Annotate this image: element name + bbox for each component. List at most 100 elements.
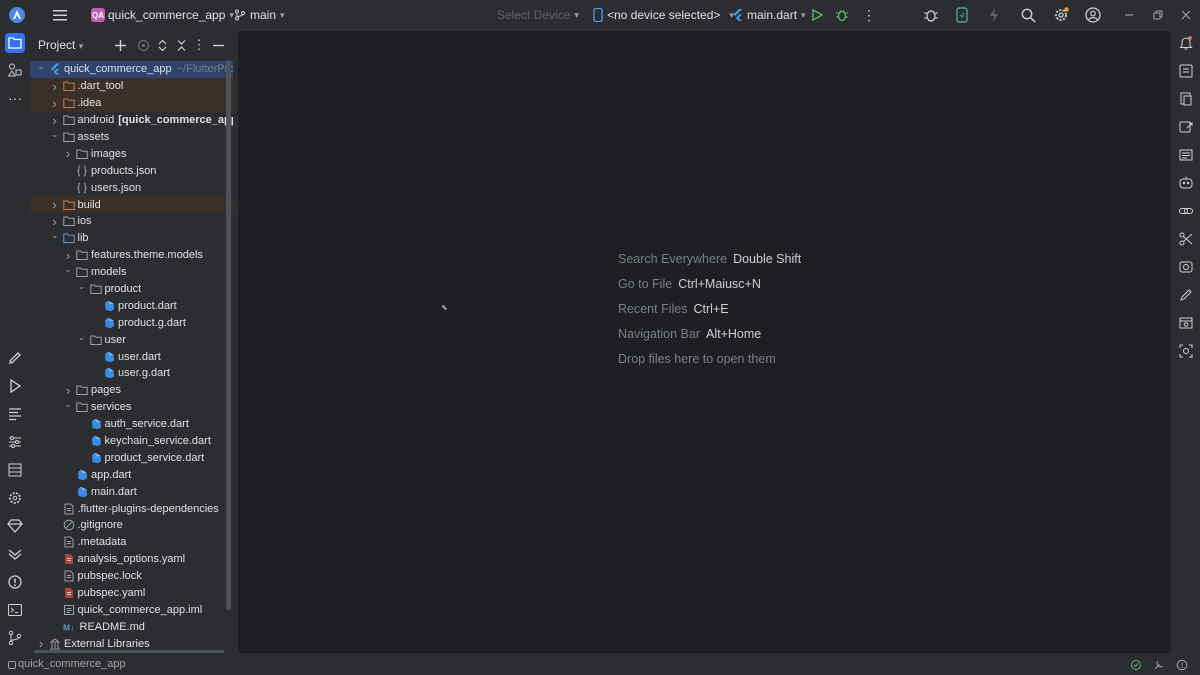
run-icon[interactable] (811, 0, 823, 30)
tree-row[interactable]: › images (30, 145, 233, 162)
tree-row[interactable]: main.dart (30, 483, 233, 500)
run-config-selector[interactable]: main.dart ▾ (732, 0, 806, 30)
notifications-icon[interactable] (1176, 33, 1196, 53)
chevron-down-icon[interactable]: ⌄ (62, 264, 74, 275)
event-log-icon[interactable] (1175, 658, 1189, 672)
device-selector[interactable]: Select Device ▾ (497, 0, 579, 30)
services-icon[interactable] (5, 432, 25, 452)
tree-row[interactable]: ⌄ models (30, 264, 233, 281)
tree-row[interactable]: user.g.dart (30, 365, 233, 382)
chevron-right-icon[interactable]: › (62, 248, 74, 263)
restore-window-icon[interactable] (1153, 0, 1163, 30)
tree-row[interactable]: › pages (30, 382, 233, 399)
new-file-icon[interactable] (112, 37, 128, 53)
tree-row[interactable]: › .idea (30, 94, 233, 112)
chevron-right-icon[interactable]: › (49, 113, 61, 128)
tree-row[interactable]: product.dart (30, 297, 233, 314)
minimize-window-icon[interactable] (1124, 0, 1134, 30)
branch-switcher[interactable]: main ▾ (234, 0, 285, 30)
chevron-right-icon[interactable]: › (49, 197, 61, 212)
tree-row[interactable]: pubspec.yaml (30, 585, 233, 602)
chevron-right-icon[interactable]: › (35, 636, 47, 651)
tree-row[interactable]: ⌄ product (30, 281, 233, 298)
build-variants-icon[interactable] (5, 488, 25, 508)
tree-row[interactable]: › android[quick_commerce_app_android] (30, 112, 233, 129)
tree-row[interactable]: › features.theme.models (30, 247, 233, 264)
emulator-icon[interactable] (1176, 257, 1196, 277)
logcat-icon[interactable] (1176, 145, 1196, 165)
chevron-down-icon[interactable]: ⌄ (76, 332, 88, 343)
link-icon[interactable] (1176, 201, 1196, 221)
expand-all-icon[interactable] (154, 37, 170, 53)
chevron-right-icon[interactable]: › (49, 96, 61, 111)
more-actions-icon[interactable]: ⋮ (862, 0, 876, 30)
project-switcher[interactable]: QA quick_commerce_app ▾ (91, 0, 234, 30)
tools-wrench-icon[interactable] (1152, 658, 1166, 672)
running-devices-icon[interactable] (1176, 117, 1196, 137)
structure-icon[interactable] (5, 404, 25, 424)
terminal-icon[interactable] (5, 600, 25, 620)
tree-row[interactable]: auth_service.dart (30, 416, 233, 433)
search-icon[interactable] (1021, 0, 1036, 30)
resource-manager-icon[interactable] (5, 60, 25, 80)
hot-reload-icon[interactable] (988, 0, 1000, 30)
chevron-down-icon[interactable]: ⌄ (35, 61, 47, 72)
target-device-selector[interactable]: <no device selected> ▾ (593, 0, 734, 30)
project-view-selector[interactable]: Project ▾ (38, 38, 83, 52)
select-opened-file-icon[interactable] (135, 37, 151, 53)
gem-icon[interactable] (5, 516, 25, 536)
app-inspection-icon[interactable] (923, 0, 939, 30)
tree-row[interactable]: quick_commerce_app.iml (30, 602, 233, 619)
version-control-icon[interactable] (5, 628, 25, 648)
gemini-bot-icon[interactable] (1176, 173, 1196, 193)
tree-horizontal-scrollbar[interactable] (34, 650, 224, 653)
tree-row[interactable]: user.dart (30, 348, 233, 365)
chevron-right-icon[interactable]: › (62, 146, 74, 161)
tree-row[interactable]: › .dart_tool (30, 77, 233, 95)
tree-row[interactable]: ⌄ quick_commerce_app ~/FlutterProject (30, 61, 233, 78)
tree-row[interactable]: ⌄ lib (30, 230, 233, 247)
problems-icon[interactable] (5, 572, 25, 592)
tree-row[interactable]: › ios (30, 213, 233, 230)
tree-row[interactable]: product_service.dart (30, 449, 233, 466)
database-icon[interactable] (5, 460, 25, 480)
main-menu-icon[interactable] (53, 0, 67, 30)
tree-row[interactable]: app.dart (30, 466, 233, 483)
run-tool-icon[interactable] (5, 376, 25, 396)
tree-row[interactable]: .metadata (30, 534, 233, 551)
tree-row[interactable]: M↓ README.md (30, 618, 233, 635)
device-file-explorer-icon[interactable] (1176, 89, 1196, 109)
tree-row[interactable]: ⌄ assets (30, 129, 233, 146)
pub-dev-icon[interactable] (5, 348, 25, 368)
tree-row[interactable]: ⌄ user (30, 331, 233, 348)
chevron-right-icon[interactable]: › (49, 214, 61, 229)
debug-icon[interactable] (835, 0, 849, 30)
hide-panel-icon[interactable] (210, 37, 226, 53)
more-tools-icon[interactable]: ··· (5, 88, 25, 108)
tree-row[interactable]: .flutter-plugins-dependencies (30, 500, 233, 517)
tree-row[interactable]: users.json (30, 179, 233, 196)
chevron-down-icon[interactable]: ⌄ (76, 281, 88, 292)
status-breadcrumb[interactable]: quick_commerce_app (18, 658, 126, 670)
chevron-down-icon[interactable]: ⌄ (49, 230, 61, 241)
layout-inspector-icon[interactable] (1176, 313, 1196, 333)
close-window-icon[interactable] (1181, 0, 1191, 30)
flutter-inspector-icon[interactable] (5, 544, 25, 564)
tree-row[interactable]: products.json (30, 162, 233, 179)
account-icon[interactable] (1085, 0, 1101, 30)
settings-gear-icon[interactable] (1053, 0, 1069, 30)
device-manager-icon[interactable] (956, 0, 968, 30)
collapse-all-icon[interactable] (173, 37, 189, 53)
tree-row[interactable]: › build (30, 196, 233, 214)
vcs-status-icon[interactable] (1129, 658, 1143, 672)
chevron-right-icon[interactable]: › (49, 79, 61, 94)
gradle-icon[interactable] (1176, 61, 1196, 81)
screen-capture-icon[interactable] (1176, 341, 1196, 361)
tree-row[interactable]: product.g.dart (30, 314, 233, 331)
tree-row[interactable]: .gitignore (30, 517, 233, 534)
tree-row[interactable]: analysis_options.yaml (30, 551, 233, 568)
tools-scissors-icon[interactable] (1176, 229, 1196, 249)
project-tool-icon[interactable] (5, 33, 25, 53)
options-icon[interactable]: ⋮ (191, 37, 207, 53)
chevron-down-icon[interactable]: ⌄ (62, 399, 74, 410)
